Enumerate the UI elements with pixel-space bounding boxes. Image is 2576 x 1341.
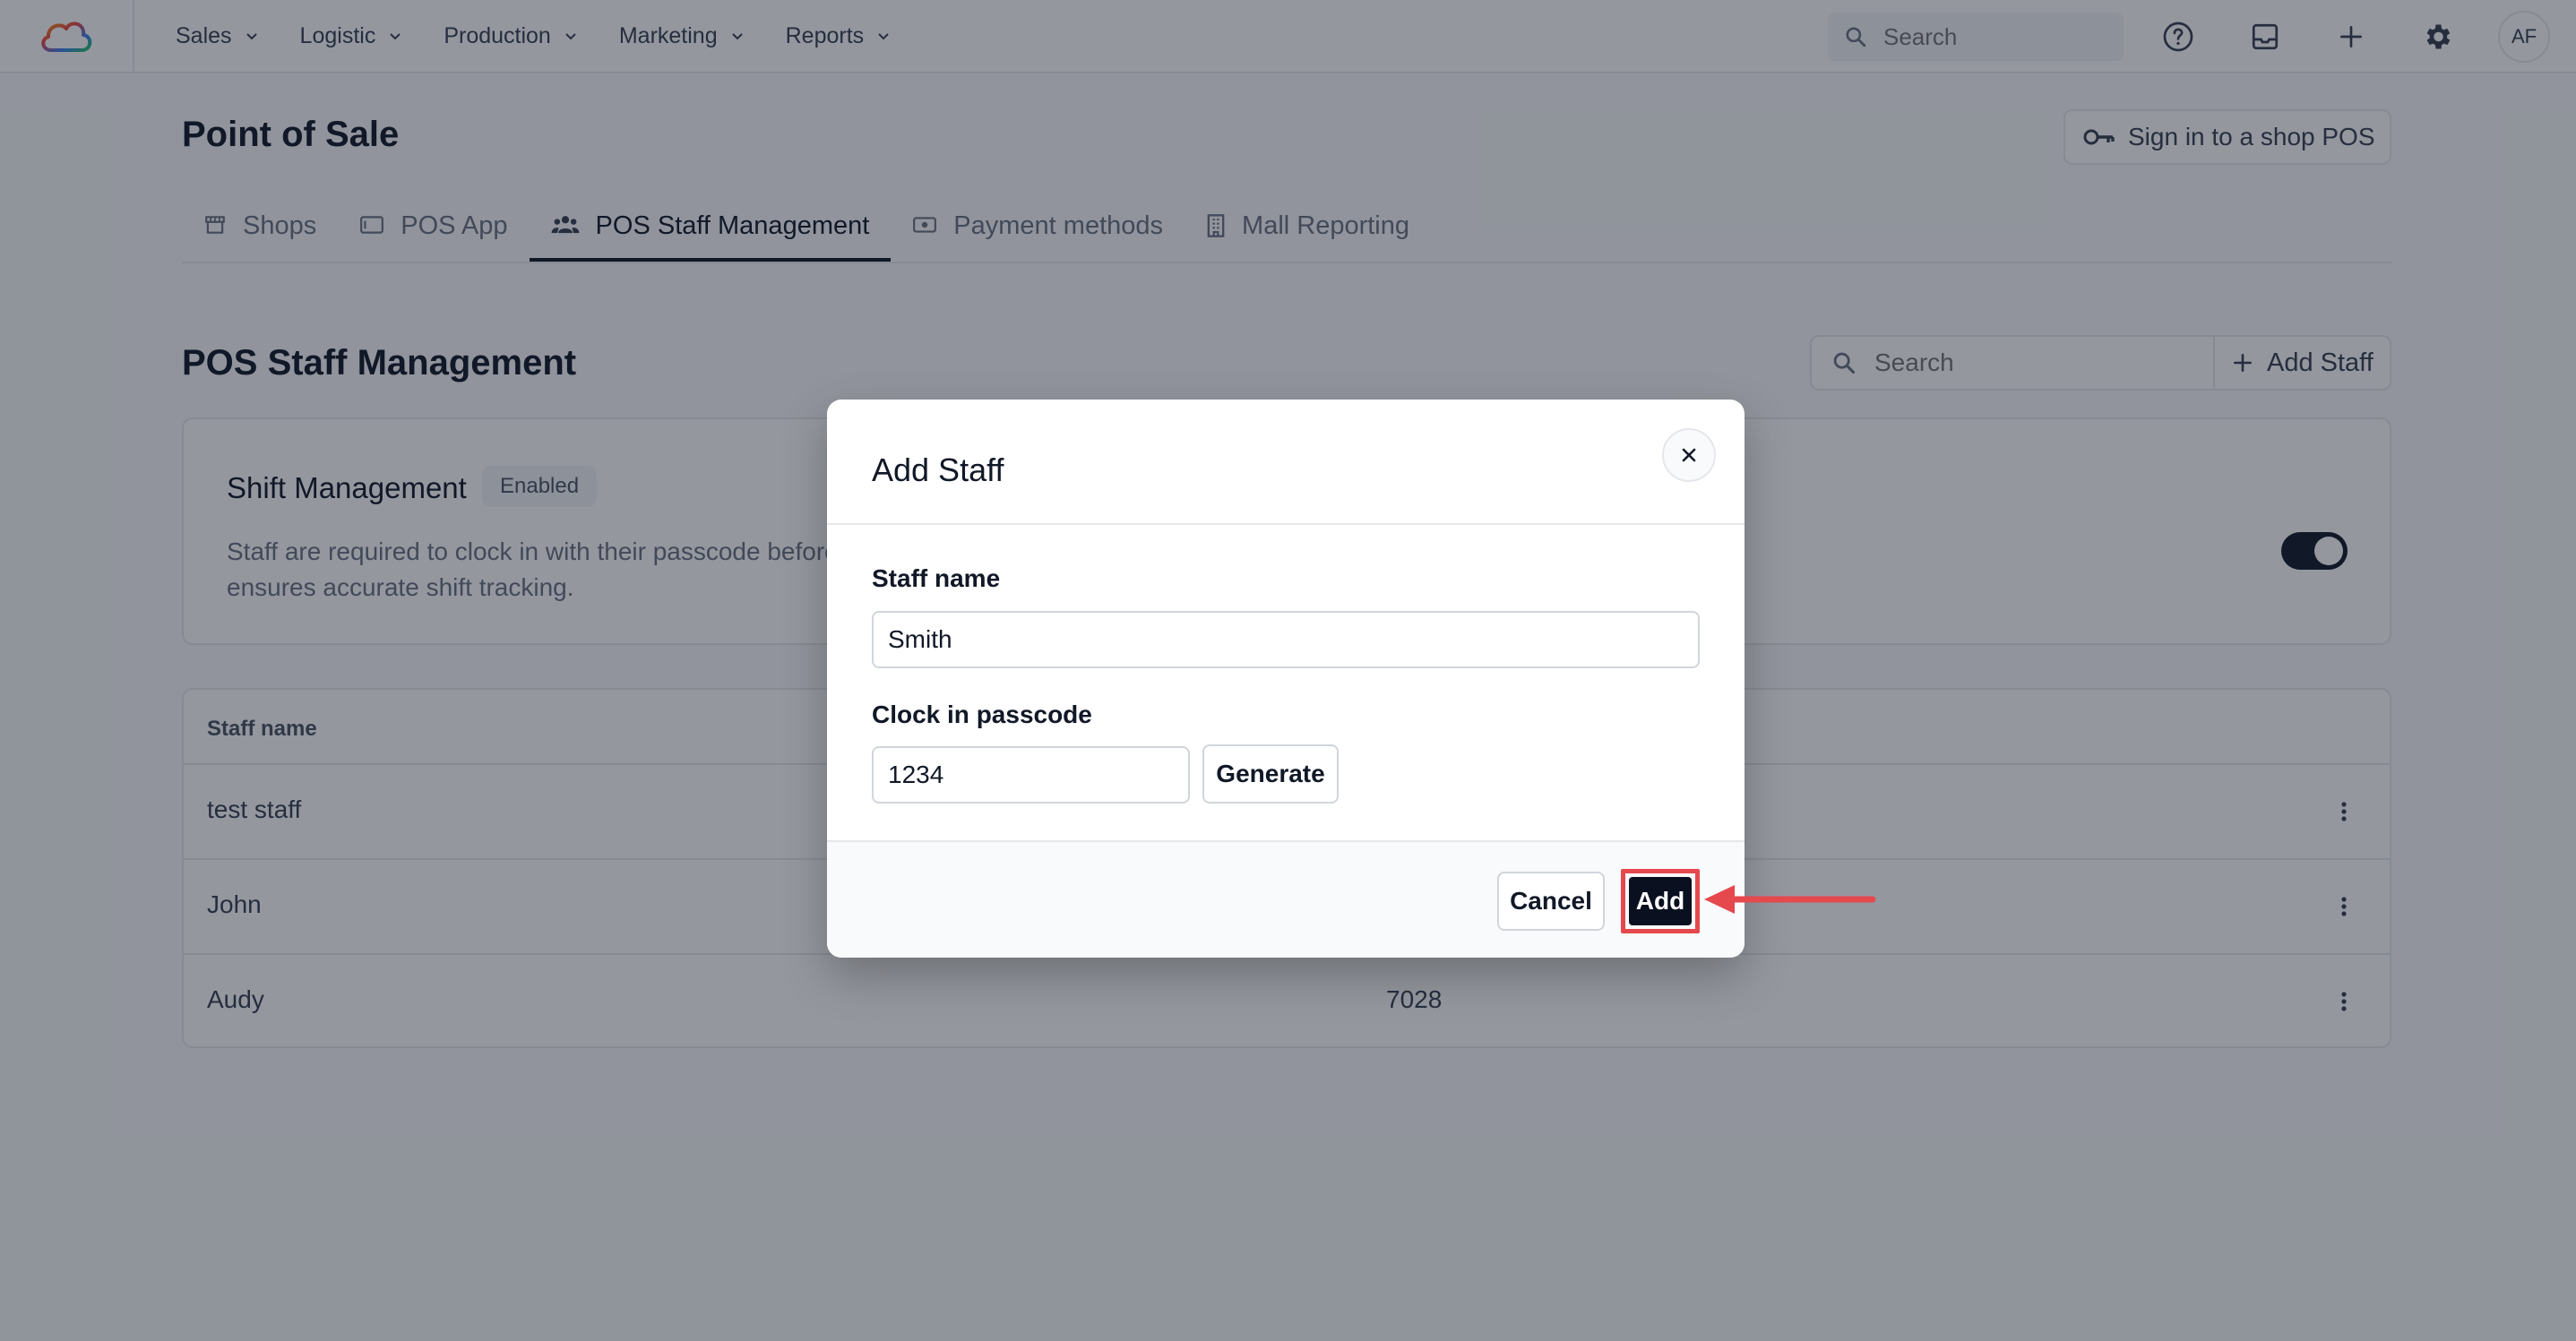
dialog-header: Add Staff <box>827 400 1745 525</box>
dialog-footer: Cancel Add <box>827 840 1745 958</box>
dialog-title: Add Staff <box>872 451 1004 488</box>
close-dialog-button[interactable] <box>1662 428 1716 482</box>
annotation-arrow <box>1704 885 1876 914</box>
passcode-label: Clock in passcode <box>872 701 1092 728</box>
staff-name-input[interactable] <box>872 611 1700 668</box>
passcode-input[interactable] <box>872 746 1190 804</box>
staff-name-label: Staff name <box>872 564 1001 592</box>
add-staff-dialog: Add Staff Staff name Clock in passcode G… <box>827 400 1745 958</box>
page: Sales Logistic Production Marketing Repo… <box>0 0 2576 1341</box>
add-button[interactable]: Add <box>1629 877 1692 925</box>
cancel-button[interactable]: Cancel <box>1497 872 1605 931</box>
close-icon <box>1682 448 1696 462</box>
generate-passcode-button[interactable]: Generate <box>1202 744 1339 804</box>
